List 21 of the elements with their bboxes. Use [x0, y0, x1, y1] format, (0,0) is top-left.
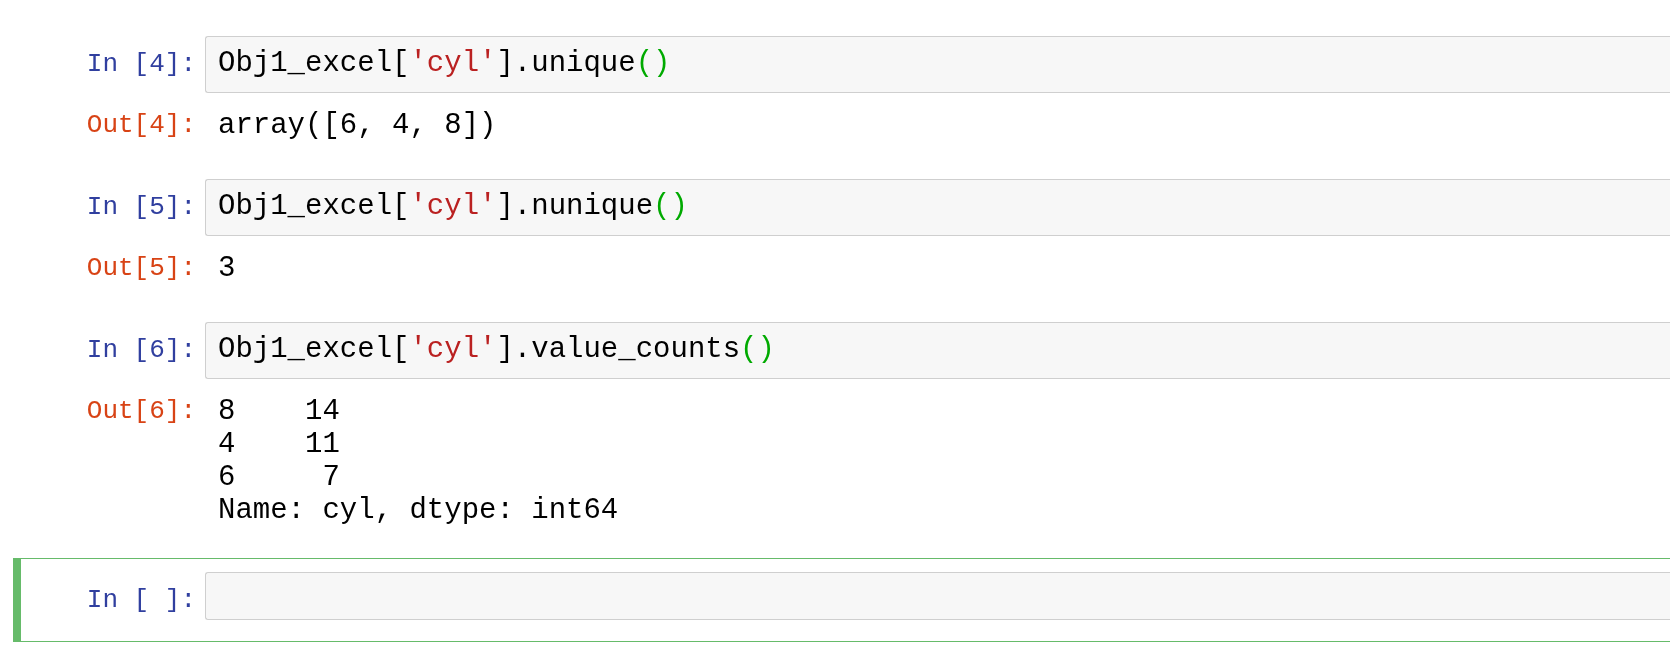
input-prompt: In [4]: [85, 48, 197, 81]
notebook-cell[interactable]: In [ ]: [13, 558, 1670, 642]
output-prompt: Out[5]: [85, 252, 197, 285]
output-text: Name: cyl, dtype: int64 [218, 494, 619, 527]
output-text: 4 11 [218, 428, 340, 461]
output-text: array([6, 4, 8]) [218, 109, 497, 142]
code-input-field[interactable]: Obj1_excel['cyl'].value_counts() [205, 322, 1670, 379]
code-input-field[interactable]: Obj1_excel['cyl'].unique() [205, 36, 1670, 93]
output-text: 3 [218, 252, 236, 285]
output-prompt: Out[6]: [85, 395, 197, 428]
notebook-cell[interactable]: In [6]: Obj1_excel['cyl'].value_counts() Out[6]: 8 14 4 11 6 7 Name: cyl, dtype: int64 [13, 316, 1670, 558]
code-input-field[interactable]: Obj1_excel['cyl'].nunique() [205, 179, 1670, 236]
output-text: 6 7 [218, 461, 340, 494]
notebook-cell[interactable]: In [5]: Obj1_excel['cyl'].nunique() Out[5]: 3 [13, 173, 1670, 316]
notebook-cell[interactable]: In [4]: Obj1_excel['cyl'].unique() Out[4]: array([6, 4, 8]) [13, 30, 1670, 173]
code-input-field[interactable] [205, 572, 1670, 620]
output-text: 8 14 [218, 395, 340, 428]
input-prompt: In [6]: [85, 334, 197, 367]
input-prompt: In [5]: [85, 191, 197, 224]
output-prompt: Out[4]: [85, 109, 197, 142]
input-prompt: In [ ]: [85, 584, 197, 617]
